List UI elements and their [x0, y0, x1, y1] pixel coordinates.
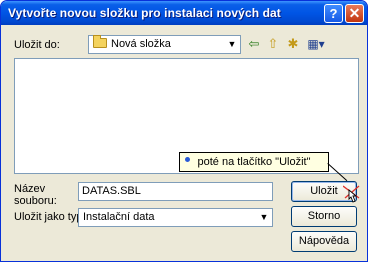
back-icon[interactable]: ⇦ — [247, 36, 261, 52]
filetype-label: Uložit jako typ: — [14, 211, 86, 223]
view-menu-icon[interactable]: ▦▾ — [305, 36, 327, 52]
help-button[interactable]: Nápověda — [291, 231, 357, 252]
filename-input[interactable]: DATAS.SBL — [78, 182, 273, 201]
title-help-button[interactable]: ? — [324, 4, 343, 23]
tooltip-text: poté na tlačítko "Uložit" — [197, 156, 311, 168]
save-in-label: Uložit do: — [14, 39, 60, 51]
title-bar: Vytvořte novou složku pro instalaci nový… — [1, 1, 367, 25]
title-close-button[interactable]: ✕ — [345, 4, 364, 23]
chevron-down-icon[interactable]: ▼ — [256, 209, 272, 226]
filename-label-line1: Název — [14, 183, 46, 195]
save-dialog: Vytvořte novou složku pro instalaci nový… — [0, 0, 368, 262]
chevron-down-icon[interactable]: ▼ — [224, 36, 240, 53]
folder-icon — [93, 35, 107, 48]
tooltip: poté na tlačítko "Uložit" — [179, 152, 329, 172]
dialog-title: Vytvořte novou složku pro instalaci nový… — [8, 6, 281, 20]
cancel-button[interactable]: Storno — [291, 206, 357, 227]
filename-label-line2: souboru: — [14, 195, 57, 207]
filetype-value: Instalační data — [83, 211, 155, 223]
filetype-dropdown[interactable]: Instalační data ▼ — [78, 208, 273, 227]
hand-cursor-icon — [343, 185, 360, 203]
up-folder-icon[interactable]: ⇧ — [265, 36, 281, 52]
new-folder-icon[interactable]: ✱ — [285, 36, 301, 52]
save-in-value: Nová složka — [111, 38, 171, 50]
save-in-dropdown[interactable]: Nová složka ▼ — [88, 35, 241, 54]
